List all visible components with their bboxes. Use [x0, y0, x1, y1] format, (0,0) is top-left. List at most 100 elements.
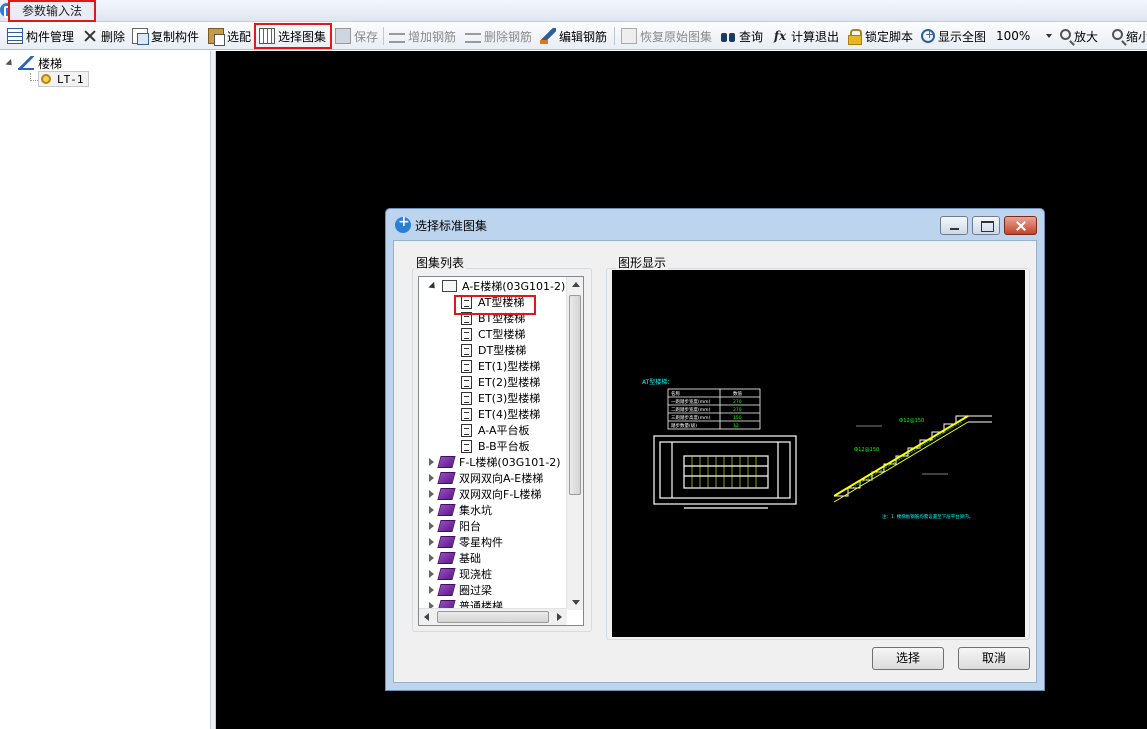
tree-node-stairs[interactable]: 楼梯 [5, 55, 63, 71]
atlas-list-item-folder[interactable]: 现浇桩 [429, 566, 492, 582]
scroll-right-icon[interactable] [557, 613, 562, 621]
app-logo-icon [395, 214, 411, 233]
dialog-title-bar[interactable]: 选择标准图集 [386, 209, 1044, 239]
delete-label: 删除 [101, 29, 126, 44]
expand-arrow-icon[interactable] [5, 58, 15, 68]
zoom-out-icon [1112, 29, 1123, 40]
cancel-button[interactable]: 取消 [958, 647, 1030, 670]
select-button[interactable]: 选择 [872, 647, 944, 670]
atlas-list-item-folder[interactable]: 集水坑 [429, 502, 492, 518]
book-icon [437, 472, 456, 484]
tree-node-label: 楼梯 [38, 56, 63, 71]
match-button[interactable]: 选配 [208, 25, 251, 47]
calc-exit-button[interactable]: fx 计算退出 [772, 25, 839, 47]
atlas-list-item-folder[interactable]: 双网双向F-L楼梯 [429, 486, 541, 502]
show-all-button[interactable]: 显示全图 [921, 25, 986, 47]
atlas-list-item-folder[interactable]: A-E楼梯(03G101-2) [428, 278, 565, 294]
lock-script-label: 锁定脚本 [865, 29, 914, 44]
maximize-button[interactable] [972, 216, 1000, 235]
delete-rebar-icon [465, 32, 481, 43]
scroll-up-icon[interactable] [572, 282, 580, 287]
atlas-list-item-label: A-A平台板 [478, 424, 530, 437]
scroll-thumb[interactable] [569, 295, 581, 495]
delete-rebar-button[interactable]: 删除钢筋 [465, 25, 532, 47]
atlas-list-item-label: CT型楼梯 [478, 328, 526, 341]
atlas-list-item-label: ET(3)型楼梯 [478, 392, 541, 405]
atlas-list-item-folder[interactable]: 双网双向A-E楼梯 [429, 470, 543, 486]
title-bar: 参数输入法 [0, 0, 1147, 22]
expand-arrow-icon[interactable] [429, 506, 434, 514]
atlas-list-item-folder[interactable]: 阳台 [429, 518, 481, 534]
scroll-down-icon[interactable] [572, 600, 580, 605]
atlas-list-item-folder[interactable]: F-L楼梯(03G101-2) [429, 454, 561, 470]
params-table-cell: 数值 [733, 390, 742, 397]
gear-icon [41, 74, 51, 84]
open-book-icon [442, 280, 457, 292]
show-all-label: 显示全图 [938, 29, 987, 44]
add-rebar-button[interactable]: 增加钢筋 [389, 25, 456, 47]
expand-arrow-icon[interactable] [429, 458, 434, 466]
scroll-thumb[interactable] [437, 611, 549, 623]
params-table-cell: 一跑踏步宽度(mm) [671, 398, 711, 405]
tree-node-label: LT-1 [57, 72, 84, 86]
atlas-list-item-drawing[interactable]: ET(3)型楼梯 [461, 390, 540, 406]
preview-title: AT型楼梯： [642, 378, 673, 386]
expand-arrow-icon[interactable] [429, 538, 434, 546]
atlas-list-item-drawing[interactable]: ET(2)型楼梯 [461, 374, 540, 390]
expand-arrow-icon[interactable] [429, 554, 434, 562]
expand-arrow-icon[interactable] [429, 570, 434, 578]
atlas-select-icon [259, 28, 275, 44]
document-icon [461, 343, 472, 357]
tree-node-lt1[interactable]: LT-1 [38, 71, 89, 87]
edit-rebar-label: 编辑钢筋 [559, 29, 608, 44]
component-manager-button[interactable]: 构件管理 [7, 25, 74, 47]
atlas-list-item-label: F-L楼梯(03G101-2) [459, 456, 561, 469]
close-button[interactable] [1004, 216, 1037, 235]
zoom-out-button[interactable]: 缩小 [1112, 25, 1147, 47]
fx-icon: fx [773, 29, 787, 43]
atlas-list-item-drawing[interactable]: DT型楼梯 [461, 342, 526, 358]
atlas-list-item-drawing[interactable]: CT型楼梯 [461, 326, 525, 342]
query-button[interactable]: 查询 [720, 25, 763, 47]
zoom-in-button[interactable]: 放大 [1060, 25, 1098, 47]
book-icon [437, 520, 456, 532]
atlas-list-item-label: DT型楼梯 [478, 344, 527, 357]
atlas-list-item-drawing[interactable]: A-A平台板 [461, 422, 530, 438]
collapse-arrow-icon[interactable] [428, 281, 438, 291]
select-atlas-button[interactable]: 选择图集 [254, 23, 332, 49]
save-label: 保存 [354, 29, 379, 44]
stairs-icon [18, 56, 34, 70]
match-label: 选配 [227, 29, 252, 44]
expand-arrow-icon[interactable] [429, 490, 434, 498]
lock-script-button[interactable]: 锁定脚本 [846, 25, 913, 47]
atlas-list-item-drawing[interactable]: B-B平台板 [461, 438, 530, 454]
restore-atlas-icon [621, 28, 637, 44]
delete-button[interactable]: 删除 [82, 25, 125, 47]
atlas-list-item-drawing[interactable]: ET(1)型楼梯 [461, 358, 540, 374]
zoom-select[interactable]: 100% [993, 25, 1055, 47]
restore-atlas-button[interactable]: 恢复原始图集 [621, 25, 712, 47]
atlas-list-item-folder[interactable]: 圈过梁 [429, 582, 492, 598]
expand-arrow-icon[interactable] [429, 522, 434, 530]
delete-rebar-label: 删除钢筋 [484, 29, 533, 44]
chevron-down-icon [1046, 34, 1052, 38]
copy-component-button[interactable]: 复制构件 [132, 25, 199, 47]
mode-tab-param-input[interactable]: 参数输入法 [8, 0, 96, 22]
vertical-scrollbar[interactable] [566, 277, 583, 610]
document-icon [461, 407, 472, 421]
horizontal-scrollbar[interactable] [419, 608, 567, 625]
save-button[interactable]: 保存 [335, 25, 378, 47]
minimize-button[interactable] [940, 216, 968, 235]
expand-arrow-icon[interactable] [429, 586, 434, 594]
atlas-list-item-folder[interactable]: 零星构件 [429, 534, 503, 550]
atlas-list-item-drawing[interactable]: ET(4)型楼梯 [461, 406, 540, 422]
edit-rebar-button[interactable]: 编辑钢筋 [540, 25, 607, 47]
scroll-left-icon[interactable] [424, 613, 429, 621]
atlas-tree-list[interactable]: A-E楼梯(03G101-2) AT型楼梯 BT型楼梯 CT型楼梯 DT型楼梯 ET(1)… [418, 276, 584, 626]
params-table-cell: 12 [733, 423, 739, 429]
expand-arrow-icon[interactable] [429, 474, 434, 482]
atlas-list-item-folder[interactable]: 基础 [429, 550, 481, 566]
atlas-list-item-label: 阳台 [459, 520, 481, 533]
component-manager-icon [7, 28, 23, 44]
preview-group-label: 图形显示 [616, 254, 669, 271]
